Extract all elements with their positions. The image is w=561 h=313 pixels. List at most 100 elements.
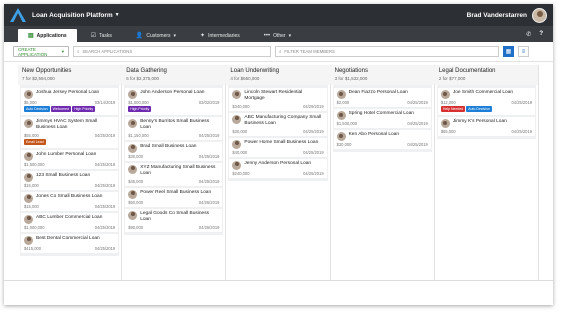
card-title: Spring Hotel Commercial Loan bbox=[348, 111, 414, 116]
card-date: 04/29/2019 bbox=[303, 103, 324, 109]
card-header: Jimmy K's Personal Loan bbox=[440, 119, 532, 128]
card-list: John Anderson Personal Loan $1,000,000 03/… bbox=[124, 85, 224, 235]
status-badge: High Priority bbox=[72, 106, 96, 112]
loan-amount: $5,000 bbox=[24, 100, 37, 105]
application-card[interactable]: Power Reel Small Business Loan $50,000 04/… bbox=[125, 187, 223, 207]
application-card[interactable]: Joe Smith Commercial Loan $12,000 04/25/20… bbox=[437, 88, 536, 115]
divider bbox=[4, 280, 553, 281]
card-date: 04/25/2019 bbox=[94, 161, 116, 167]
card-title: John Anderson Personal Loan bbox=[140, 90, 205, 95]
card-header: Legal Goods Co Small Business Loan bbox=[128, 210, 219, 224]
loan-amount: $340,000 bbox=[232, 103, 250, 109]
loan-amount: $55,000 bbox=[24, 132, 39, 138]
loan-amount: $30,000 bbox=[128, 153, 144, 159]
card-list: Joe Smith Commercial Loan $12,000 04/25/20… bbox=[436, 85, 537, 139]
chevron-down-icon: ▾ bbox=[61, 48, 64, 54]
card-date: 04/25/2019 bbox=[94, 245, 116, 251]
status-badge: Email Lead bbox=[24, 138, 46, 145]
column-header: Legal Documentation 2 for $77,000 bbox=[434, 65, 539, 85]
application-card[interactable]: Lincoln Stewart Residential Mortgage $340… bbox=[229, 88, 327, 111]
card-date: 04/25/2019 bbox=[303, 128, 324, 134]
user-menu[interactable]: Brad Vanderstarren bbox=[467, 7, 547, 23]
card-date: 04/25/2019 bbox=[511, 100, 533, 105]
application-card[interactable]: Best Dental Commercial Loan $415,000 04/25… bbox=[21, 233, 119, 253]
application-card[interactable]: Legal Goods Co Small Business Loan $90,00… bbox=[125, 208, 223, 232]
application-card[interactable]: Brad Small Business Loan $30,000 04/25/201… bbox=[125, 141, 223, 161]
logo-icon bbox=[10, 8, 26, 22]
application-card[interactable]: Jimmy K's Personal Loan $65,000 04/25/2019 bbox=[437, 117, 536, 136]
application-card[interactable]: Jimmys HVAC System Small Business Loan $5… bbox=[21, 117, 119, 148]
card-title: Jones Co Small Business Loan bbox=[36, 193, 103, 199]
tab-label: Customers bbox=[146, 32, 171, 39]
application-card[interactable]: Dean Fiazzo Personal Loan $2,000 04/25/201… bbox=[333, 88, 431, 107]
filter-team-members-input[interactable]: ⌕ FILTER TEAM MEMBERS bbox=[275, 46, 499, 57]
card-date: 04/25/2019 bbox=[94, 203, 116, 209]
avatar[interactable] bbox=[532, 7, 547, 23]
application-card[interactable]: XYZ Manufacturing Small Business Loan $45… bbox=[125, 162, 223, 186]
list-view-button[interactable]: ≡ bbox=[518, 46, 529, 57]
application-card[interactable]: Ken Abo Personal Loan $30,000 04/25/2019 bbox=[333, 130, 431, 149]
application-card[interactable]: John Anderson Personal Loan $1,000,000 03/… bbox=[125, 88, 223, 115]
card-footer: $30,000 04/25/2019 bbox=[232, 129, 323, 134]
application-card[interactable]: John Lumber Personal Loan $1,500,000 04/25… bbox=[21, 149, 119, 169]
loan-amount: $1,150,000 bbox=[128, 132, 149, 138]
application-card[interactable]: ABC Manufacturing Company Small Business… bbox=[229, 112, 327, 136]
tab-applications[interactable]: ▤ Applications bbox=[18, 29, 77, 42]
chevron-down-icon[interactable]: ▼ bbox=[115, 12, 120, 18]
card-footer: $40,000 04/25/2019 bbox=[232, 150, 323, 155]
help-icon[interactable]: ? bbox=[539, 31, 543, 38]
tab-customers[interactable]: 👤 Customers ▾ bbox=[126, 29, 186, 42]
filter-placeholder: FILTER TEAM MEMBERS bbox=[284, 49, 335, 54]
application-card[interactable]: Jones Co Small Business Loan $15,000 04/25… bbox=[21, 191, 119, 211]
avatar bbox=[336, 111, 346, 120]
avatar bbox=[24, 172, 33, 182]
tab-intermediaries[interactable]: ✦ Intermediaries bbox=[190, 29, 250, 42]
loan-amount: $415,000 bbox=[24, 245, 42, 251]
card-header: Jenny Anderson Personal Loan bbox=[232, 160, 323, 170]
card-footer: $12,000 04/25/2019 bbox=[441, 100, 532, 105]
tab-other[interactable]: ••• Other ▾ bbox=[254, 29, 301, 42]
application-card[interactable]: Joshua Jersey Personal Loan $5,000 03/14/2… bbox=[21, 88, 119, 115]
card-date: 03/02/2019 bbox=[198, 100, 220, 105]
column-summary: 4 for $650,000 bbox=[230, 76, 260, 81]
card-date: 04/25/2019 bbox=[198, 132, 220, 138]
card-date: 04/26/2019 bbox=[198, 199, 220, 205]
card-date: 04/25/2019 bbox=[94, 182, 116, 188]
application-card[interactable]: ABC Lumber Commercial Loan $1,000,000 04/2… bbox=[21, 212, 119, 232]
avatar bbox=[336, 132, 346, 141]
create-application-button[interactable]: CREATE APPLICATION ▾ bbox=[13, 46, 69, 57]
avatar bbox=[440, 90, 450, 99]
card-title: Ken Abo Personal Loan bbox=[348, 132, 400, 137]
application-card[interactable]: Jenny Anderson Personal Loan $240,000 04/2… bbox=[229, 158, 327, 178]
phone-icon[interactable]: ✆ bbox=[526, 31, 531, 38]
chevron-down-icon: ▾ bbox=[173, 32, 177, 39]
card-footer: $1,500,000 04/25/2019 bbox=[24, 162, 115, 167]
loan-amount: $90,000 bbox=[128, 224, 144, 230]
loan-amount: $15,000 bbox=[24, 182, 39, 188]
card-header: Best Dental Commercial Loan bbox=[24, 235, 115, 245]
avatar bbox=[232, 139, 242, 149]
app-title[interactable]: Loan Acquisition Platform bbox=[32, 12, 113, 19]
card-title: Jimmys HVAC System Small Business Loan bbox=[36, 119, 98, 131]
loan-amount: $12,000 bbox=[440, 100, 456, 105]
board-view-button[interactable]: ▦ bbox=[503, 46, 514, 57]
card-title: XYZ Manufacturing Small Business Loan bbox=[140, 164, 216, 177]
pipeline-column: Legal Documentation 2 for $77,000 Joe Smit… bbox=[434, 65, 540, 281]
application-card[interactable]: Spring Hotel Commercial Loan $1,500,000 04… bbox=[333, 109, 431, 128]
search-applications-input[interactable]: ⌕ SEARCH APPLICATIONS bbox=[73, 46, 271, 57]
column-summary: 6 for $2,375,000 bbox=[126, 76, 159, 81]
avatar bbox=[232, 160, 242, 170]
application-card[interactable]: 123 Small Business Loan $15,000 04/25/2019 bbox=[21, 170, 119, 190]
card-header: Benny's Burritos Small Business Loan bbox=[128, 119, 219, 132]
card-footer: $1,500,000 04/25/2019 bbox=[337, 121, 428, 126]
card-list: Joshua Jersey Personal Loan $5,000 03/14/2… bbox=[20, 85, 120, 256]
application-card[interactable]: Benny's Burritos Small Business Loan $1,1… bbox=[125, 117, 223, 140]
card-title: Dean Fiazzo Personal Loan bbox=[348, 90, 408, 95]
card-footer: $340,000 04/29/2019 bbox=[232, 104, 323, 109]
application-card[interactable]: Power Home Small Business Loan $40,000 04/… bbox=[229, 137, 327, 157]
loan-amount: $50,000 bbox=[128, 199, 144, 205]
loan-amount: $1,500,000 bbox=[336, 121, 358, 126]
avatar bbox=[128, 119, 138, 128]
tab-tasks[interactable]: ☑ Tasks bbox=[81, 29, 122, 42]
pipeline-board: New Opportunities 7 for $2,594,000 Joshua … bbox=[18, 65, 540, 281]
